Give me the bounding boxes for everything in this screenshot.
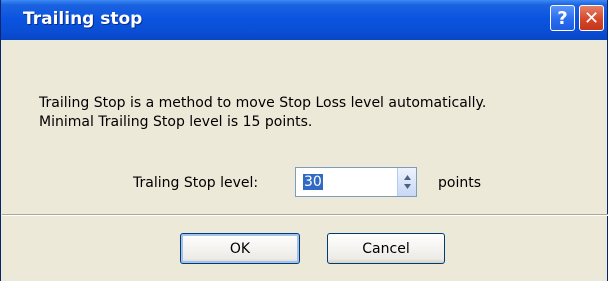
cancel-button-label: Cancel [362, 240, 410, 257]
trailing-stop-level-label: Traling Stop level: [133, 175, 259, 191]
description-text: Trailing Stop is a method to move Stop L… [39, 94, 486, 132]
description-line-1: Trailing Stop is a method to move Stop L… [39, 95, 487, 111]
help-icon: ? [557, 7, 568, 29]
spin-arrows-icon [403, 175, 411, 189]
ok-button-label: OK [229, 240, 251, 257]
points-unit-label: points [438, 175, 481, 191]
separator [2, 214, 608, 216]
close-icon: ✕ [583, 7, 600, 29]
trailing-stop-level-value[interactable]: 30 [303, 174, 323, 190]
close-button[interactable]: ✕ [579, 5, 604, 31]
title-bar[interactable]: Trailing stop ? ✕ [1, 0, 607, 40]
dialog-title: Trailing stop [23, 9, 143, 29]
cancel-button[interactable]: Cancel [327, 233, 445, 264]
description-line-2: Minimal Trailing Stop level is 15 points… [39, 114, 313, 130]
spin-arrows-button[interactable] [397, 168, 416, 196]
trailing-stop-dialog: Trailing stop ? ✕ Trailing Stop is a met… [0, 0, 608, 281]
ok-button[interactable]: OK [180, 233, 300, 264]
help-button[interactable]: ? [550, 5, 575, 31]
